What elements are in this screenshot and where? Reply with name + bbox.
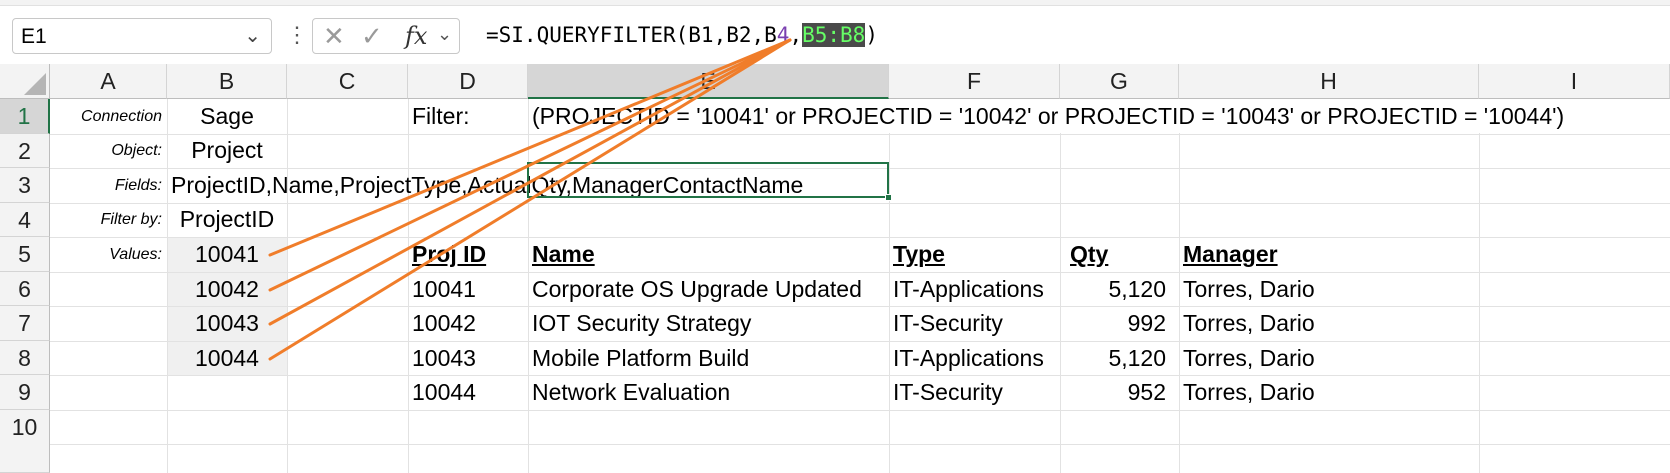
gridline: [528, 99, 529, 473]
row-header-8[interactable]: 8: [0, 341, 50, 375]
chevron-down-icon[interactable]: ⌄: [244, 23, 261, 48]
gridline: [50, 341, 1670, 342]
table-cell-type[interactable]: IT-Security: [893, 375, 1003, 409]
row-header-3[interactable]: 3: [0, 168, 50, 203]
label-fields: Fields:: [114, 177, 162, 194]
cell-b8-value[interactable]: 10044: [167, 341, 287, 375]
cell-b2-object[interactable]: Project: [167, 133, 287, 167]
worksheet-grid[interactable]: A B C D E F G H I 1 2 3 4 5 6 7 8 9 10 C…: [0, 64, 1670, 473]
gridline: [50, 410, 1670, 411]
row-header-7[interactable]: 7: [0, 306, 50, 341]
row-header-6[interactable]: 6: [0, 272, 50, 306]
gridline: [50, 375, 1670, 376]
gridline: [1479, 99, 1480, 473]
row-header-2[interactable]: 2: [0, 134, 50, 168]
header-proj-id[interactable]: Proj ID: [412, 237, 486, 271]
label-values: Values:: [109, 246, 162, 263]
gridline: [50, 306, 1670, 307]
cell-b7-value[interactable]: 10043: [167, 306, 287, 340]
column-header-c[interactable]: C: [287, 64, 408, 99]
select-all-triangle-icon: [24, 73, 46, 95]
header-name[interactable]: Name: [532, 237, 595, 271]
chevron-down-icon[interactable]: ⌄: [437, 24, 452, 45]
table-cell-qty[interactable]: 5,120: [1060, 272, 1166, 306]
label-object: Object:: [111, 142, 162, 159]
table-cell-proj-id[interactable]: 10044: [412, 375, 476, 409]
label-connection: Connection: [81, 108, 162, 125]
column-header-b[interactable]: B: [167, 64, 287, 99]
column-header-i[interactable]: I: [1479, 64, 1670, 99]
header-type[interactable]: Type: [893, 237, 945, 271]
gridline: [50, 444, 1670, 445]
formula-separator: ,: [789, 23, 803, 47]
table-cell-proj-id[interactable]: 10041: [412, 272, 476, 306]
cell-d1-filter-label[interactable]: Filter:: [412, 99, 522, 133]
gridline: [287, 99, 288, 473]
table-cell-type[interactable]: IT-Security: [893, 306, 1003, 340]
column-header-d[interactable]: D: [408, 64, 528, 99]
fill-handle[interactable]: [885, 194, 892, 201]
table-cell-qty[interactable]: 992: [1060, 306, 1166, 340]
cell-b4-filter-by[interactable]: ProjectID: [167, 202, 287, 236]
gridline: [408, 99, 409, 473]
table-cell-name[interactable]: Network Evaluation: [532, 375, 730, 409]
gridline: [889, 99, 890, 473]
formula-close: ): [865, 23, 878, 47]
row-header-1[interactable]: 1: [0, 99, 50, 134]
table-cell-manager[interactable]: Torres, Dario: [1183, 306, 1315, 340]
select-all-button[interactable]: [0, 64, 50, 99]
table-cell-type[interactable]: IT-Applications: [893, 272, 1044, 306]
table-cell-qty[interactable]: 952: [1060, 375, 1166, 409]
label-filter-by: Filter by:: [100, 211, 162, 228]
enter-icon[interactable]: ✓: [361, 21, 383, 52]
row-header-10[interactable]: 10: [0, 410, 50, 473]
formula-ref-b4: 4: [776, 23, 790, 47]
column-header-h[interactable]: H: [1179, 64, 1479, 99]
table-cell-proj-id[interactable]: 10042: [412, 306, 476, 340]
column-header-a[interactable]: A: [50, 64, 167, 99]
gridline: [50, 237, 1670, 238]
formula-text: =SI.QUERYFILTER(B1,B2,B: [486, 23, 777, 47]
cell-e1-filter-value[interactable]: (PROJECTID = '10041' or PROJECTID = '100…: [532, 99, 1667, 133]
column-header-e[interactable]: E: [528, 64, 889, 99]
table-cell-manager[interactable]: Torres, Dario: [1183, 272, 1315, 306]
formula-ref-b5-b8: B5:B8: [802, 23, 866, 47]
table-cell-manager[interactable]: Torres, Dario: [1183, 375, 1315, 409]
table-cell-name[interactable]: Mobile Platform Build: [532, 341, 749, 375]
table-cell-qty[interactable]: 5,120: [1060, 341, 1166, 375]
table-cell-proj-id[interactable]: 10043: [412, 341, 476, 375]
column-header-f[interactable]: F: [889, 64, 1060, 99]
cell-b1-connection[interactable]: Sage: [167, 99, 287, 133]
formula-input[interactable]: =SI.QUERYFILTER(B1,B2,B4,B5:B8): [472, 18, 1670, 54]
formula-buttons: ✕ ✓ fx ⌄: [312, 18, 460, 54]
column-header-g[interactable]: G: [1060, 64, 1179, 99]
table-cell-name[interactable]: Corporate OS Upgrade Updated: [532, 272, 862, 306]
ribbon-edge: [0, 0, 1670, 6]
name-box[interactable]: E1 ⌄: [12, 18, 272, 54]
header-manager[interactable]: Manager: [1183, 237, 1278, 271]
name-box-value: E1: [21, 25, 47, 48]
row-header-5[interactable]: 5: [0, 237, 50, 272]
gridline: [1179, 99, 1180, 473]
header-qty[interactable]: Qty: [1070, 237, 1108, 271]
table-cell-manager[interactable]: Torres, Dario: [1183, 341, 1315, 375]
table-cell-name[interactable]: IOT Security Strategy: [532, 306, 751, 340]
insert-function-icon[interactable]: fx: [405, 22, 427, 50]
row-header-4[interactable]: 4: [0, 203, 50, 237]
row-header-9[interactable]: 9: [0, 375, 50, 410]
cancel-icon[interactable]: ✕: [323, 21, 345, 52]
cell-b5-value[interactable]: 10041: [167, 237, 287, 271]
gridline: [50, 203, 1670, 204]
more-options-icon[interactable]: ⋮: [286, 18, 308, 54]
gridline: [50, 134, 1670, 135]
table-cell-type[interactable]: IT-Applications: [893, 341, 1044, 375]
formula-bar: E1 ⌄ ⋮ ✕ ✓ fx ⌄ =SI.QUERYFILTER(B1,B2,B4…: [0, 0, 1670, 64]
cell-b6-value[interactable]: 10042: [167, 272, 287, 306]
active-cell-selection[interactable]: [527, 162, 892, 201]
